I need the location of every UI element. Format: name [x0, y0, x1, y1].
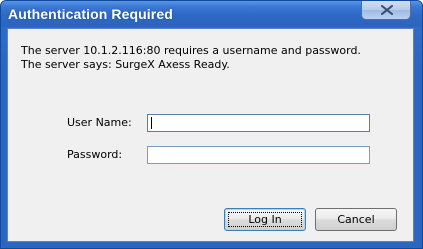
dialog-body: The server 10.1.2.116:80 requires a user… — [7, 28, 414, 242]
dialog-title: Authentication Required — [8, 6, 173, 22]
cancel-button-label: Cancel — [337, 213, 375, 226]
username-input[interactable] — [147, 114, 370, 132]
close-icon — [381, 5, 393, 15]
password-input[interactable] — [147, 146, 370, 164]
login-button[interactable]: Log In — [224, 208, 306, 231]
close-button[interactable] — [361, 1, 411, 20]
username-label: User Name: — [67, 116, 132, 129]
cancel-button[interactable]: Cancel — [315, 208, 397, 231]
login-button-label: Log In — [248, 213, 282, 226]
title-bar[interactable]: Authentication Required — [1, 1, 422, 27]
auth-dialog: Authentication Required The server 10.1.… — [0, 0, 423, 249]
server-says-message: The server says: SurgeX Axess Ready. — [21, 58, 230, 71]
server-message: The server 10.1.2.116:80 requires a user… — [21, 44, 361, 57]
text-caret — [151, 117, 152, 129]
password-label: Password: — [67, 148, 123, 161]
